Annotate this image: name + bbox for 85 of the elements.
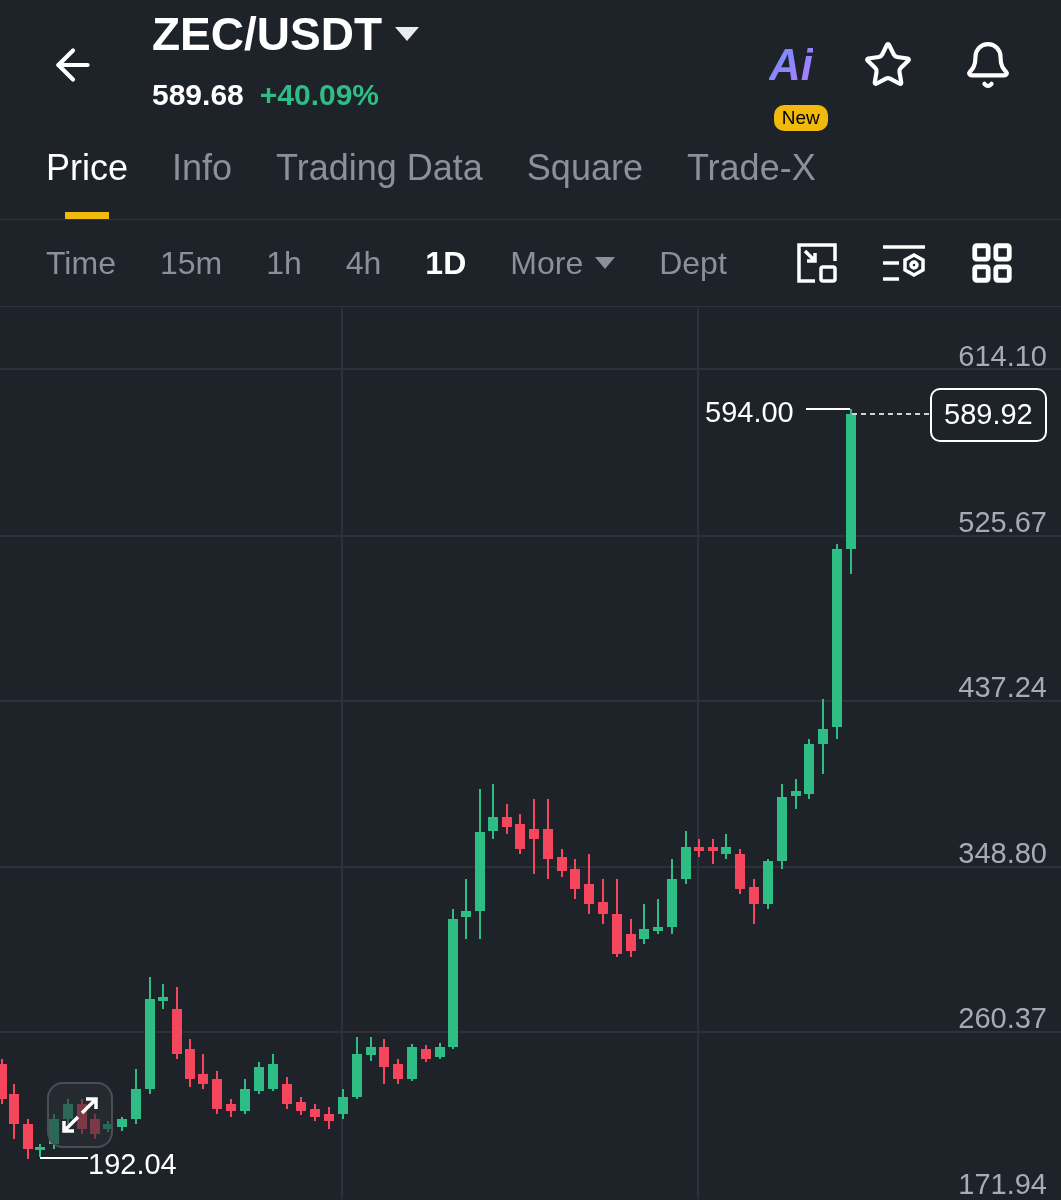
tab[interactable]: Info bbox=[172, 129, 233, 219]
interval-tab[interactable]: 4h bbox=[345, 239, 382, 287]
price-axis-label: 348.80 bbox=[958, 835, 1047, 871]
candlestick bbox=[185, 1038, 195, 1088]
candlestick bbox=[570, 858, 580, 900]
candlestick bbox=[639, 903, 649, 945]
tab[interactable]: Square bbox=[526, 129, 643, 219]
interval-tab[interactable]: Dept bbox=[659, 239, 727, 287]
candlestick bbox=[49, 1113, 59, 1150]
price-axis-label: 171.94 bbox=[958, 1167, 1047, 1200]
current-price-tag: 589.92 bbox=[930, 388, 1047, 442]
candlestick bbox=[352, 1036, 362, 1100]
interval-tab[interactable]: Time bbox=[46, 239, 116, 287]
candlestick bbox=[103, 1120, 113, 1133]
candlestick bbox=[694, 838, 704, 858]
candlestick bbox=[791, 778, 801, 810]
price-axis-label: 614.10 bbox=[958, 339, 1047, 374]
candlestick bbox=[63, 1098, 73, 1125]
chart-resize-icon[interactable] bbox=[795, 241, 839, 285]
candlestick bbox=[282, 1076, 292, 1110]
candlestick bbox=[158, 983, 168, 1010]
expand-icon bbox=[60, 1095, 100, 1135]
leader-line bbox=[40, 1157, 88, 1161]
candlestick bbox=[324, 1106, 334, 1130]
grid-icon[interactable] bbox=[969, 240, 1015, 286]
candlestick bbox=[0, 1058, 7, 1105]
candlestick bbox=[653, 898, 663, 935]
last-price: 589.68 bbox=[152, 77, 244, 113]
high-price-label: 594.00 bbox=[705, 395, 794, 430]
candlestick bbox=[226, 1098, 236, 1118]
candlestick bbox=[421, 1044, 431, 1063]
candlestick bbox=[584, 853, 594, 915]
candlestick bbox=[254, 1061, 264, 1095]
tab[interactable]: Trade-X bbox=[686, 129, 816, 219]
price-axis-label: 525.67 bbox=[958, 504, 1047, 540]
interval-tab[interactable]: 15m bbox=[159, 239, 223, 287]
leader-line bbox=[806, 408, 850, 412]
low-price-label: 192.04 bbox=[88, 1147, 177, 1182]
candlestick bbox=[502, 803, 512, 835]
candlestick bbox=[198, 1053, 208, 1090]
candlestick bbox=[338, 1088, 348, 1120]
candlestick bbox=[461, 878, 471, 940]
candlestick bbox=[35, 1143, 45, 1158]
candlestick bbox=[310, 1103, 320, 1122]
tab[interactable]: Price bbox=[46, 129, 129, 219]
candlestick bbox=[435, 1042, 445, 1060]
candlestick bbox=[721, 833, 731, 860]
new-badge: New bbox=[773, 105, 828, 131]
candlestick bbox=[681, 830, 691, 885]
candlestick bbox=[708, 838, 718, 865]
candlestick bbox=[23, 1118, 33, 1160]
candlestick bbox=[379, 1038, 389, 1085]
candlestick bbox=[557, 848, 567, 878]
fullscreen-button[interactable] bbox=[47, 1082, 113, 1148]
tab-indicator bbox=[65, 212, 109, 219]
candlestick bbox=[240, 1078, 250, 1115]
interval-tab[interactable]: More bbox=[510, 239, 616, 287]
price-axis-label: 437.24 bbox=[958, 670, 1047, 706]
candlestick bbox=[366, 1036, 376, 1062]
candlestick bbox=[407, 1043, 417, 1082]
candlestick bbox=[9, 1083, 19, 1140]
candlestick bbox=[804, 738, 814, 800]
candlestick bbox=[626, 918, 636, 958]
candlestick bbox=[515, 813, 525, 855]
candlestick bbox=[131, 1068, 141, 1125]
candlestick bbox=[488, 783, 498, 840]
candlestick bbox=[393, 1058, 403, 1085]
interval-tab[interactable]: 1h bbox=[266, 239, 302, 287]
interval-tab[interactable]: 1D bbox=[425, 239, 467, 287]
candlestick bbox=[598, 878, 608, 925]
pair-selector[interactable]: ZEC/USDT bbox=[152, 10, 420, 58]
candlestick bbox=[763, 858, 773, 910]
indicator-settings-icon[interactable] bbox=[881, 243, 927, 283]
caret-icon bbox=[394, 26, 420, 42]
price-axis-label: 260.37 bbox=[958, 1001, 1047, 1037]
price-change: +40.09% bbox=[259, 77, 380, 113]
candlestick bbox=[77, 1098, 87, 1135]
candlestick bbox=[749, 878, 759, 925]
candlestick bbox=[268, 1053, 278, 1092]
candlestick bbox=[212, 1070, 222, 1115]
tab[interactable]: Trading Data bbox=[276, 129, 483, 219]
candlestick bbox=[735, 848, 745, 895]
candlestick bbox=[90, 1113, 100, 1140]
candlestick bbox=[117, 1116, 127, 1132]
candlestick bbox=[296, 1096, 306, 1116]
